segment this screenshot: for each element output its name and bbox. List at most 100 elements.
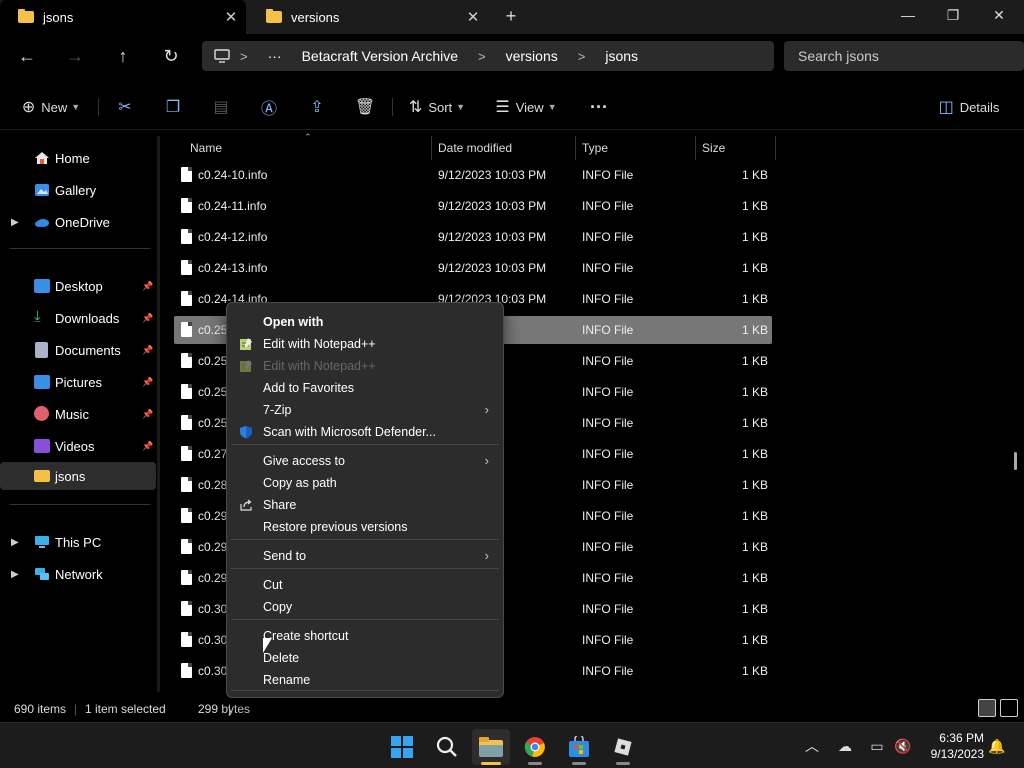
sidebar-item-network[interactable]: ▶ Network <box>0 560 156 588</box>
close-window-button[interactable]: ✕ <box>976 0 1022 32</box>
tab-jsons[interactable]: jsons ✕ <box>0 0 246 34</box>
sidebar-item-label: Downloads <box>55 310 120 326</box>
sort-button[interactable]: ⇅ Sort ▼ <box>404 92 470 122</box>
menu-item-send-to[interactable]: Send to › <box>231 545 499 567</box>
menu-item-open-with[interactable]: Open with <box>231 311 499 333</box>
sidebar-item-this-pc[interactable]: ▶ This PC <box>0 528 156 556</box>
close-tab-button[interactable]: ✕ <box>458 8 488 26</box>
chevron-right-icon[interactable]: ▶ <box>11 569 19 580</box>
refresh-button[interactable]: ↻ <box>155 42 187 70</box>
roblox-icon <box>614 738 632 756</box>
pin-icon[interactable]: 📌 <box>142 281 153 292</box>
column-header-date[interactable]: Date modified <box>432 136 576 160</box>
trash-icon: 🗑 <box>354 99 376 116</box>
taskbar-microsoft-store[interactable] <box>560 729 598 765</box>
minimize-button[interactable]: — <box>885 0 931 32</box>
breadcrumb-jsons[interactable]: jsons <box>605 48 638 64</box>
file-date: 9/12/2023 10:03 PM <box>438 230 547 244</box>
title-bar: jsons ✕ versions ✕ + — ❐ ✕ <box>0 0 1024 34</box>
column-header-type[interactable]: Type <box>576 136 696 160</box>
file-row[interactable]: c0.24-13.info 9/12/2023 10:03 PM INFO File… <box>174 254 772 282</box>
cut-button[interactable]: ✂ <box>112 92 138 122</box>
pin-icon[interactable]: 📌 <box>142 313 153 324</box>
chevron-right-icon[interactable]: ▶ <box>11 537 19 548</box>
show-hidden-icons-button[interactable]: ︿ <box>802 723 822 768</box>
file-row[interactable]: c0.24-12.info 9/12/2023 10:03 PM INFO File… <box>174 223 772 251</box>
up-button[interactable]: ↑ <box>107 42 139 70</box>
menu-item-restore-previous-versions[interactable]: Restore previous versions <box>231 516 499 538</box>
rename-button[interactable]: Ⓐ <box>256 92 282 122</box>
details-pane-button[interactable]: ◫ Details <box>936 92 1002 122</box>
file-type: INFO File <box>582 633 634 647</box>
music-icon <box>34 406 49 421</box>
file-row[interactable]: c0.24-11.info 9/12/2023 10:03 PM INFO File… <box>174 192 772 220</box>
volume-muted-icon[interactable]: 🔇 <box>892 723 914 768</box>
sidebar-item-videos[interactable]: Videos 📌 <box>0 432 156 460</box>
sidebar-item-pictures[interactable]: Pictures 📌 <box>0 368 156 396</box>
menu-item-edit-with-notepad[interactable]: Edit with Notepad++ <box>231 333 499 355</box>
file-size: 1 KB <box>741 664 768 678</box>
search-input[interactable]: Search jsons <box>784 41 1024 71</box>
copy-button[interactable]: ❐ <box>160 92 186 122</box>
view-button[interactable]: ☰ View ▼ <box>492 92 560 122</box>
menu-item-7-zip[interactable]: 7-Zip › <box>231 399 499 421</box>
sort-icon: ⇅ <box>408 99 423 116</box>
close-tab-button[interactable]: ✕ <box>216 8 246 26</box>
column-header-name[interactable]: Name <box>184 136 432 160</box>
chevron-right-icon[interactable]: ▶ <box>11 217 19 228</box>
file-list-scrollbar[interactable] <box>1014 452 1017 470</box>
breadcrumb-betacraft[interactable]: Betacraft Version Archive <box>302 48 458 64</box>
breadcrumb-overflow-button[interactable]: ··· <box>268 48 282 64</box>
menu-item-label: Copy as path <box>263 476 337 490</box>
pin-icon[interactable]: 📌 <box>142 345 153 356</box>
back-button[interactable]: ← <box>11 42 43 70</box>
sidebar-item-home[interactable]: Home <box>0 144 156 172</box>
taskbar-file-explorer[interactable] <box>472 729 510 765</box>
pin-icon[interactable]: 📌 <box>142 441 153 452</box>
breadcrumb-versions[interactable]: versions <box>506 48 558 64</box>
taskbar-roblox[interactable] <box>604 729 642 765</box>
menu-item-add-to-favorites[interactable]: Add to Favorites <box>231 377 499 399</box>
details-view-button[interactable] <box>978 699 996 717</box>
menu-item-scan-with-microsoft-defender[interactable]: Scan with Microsoft Defender... <box>231 421 499 443</box>
tab-versions[interactable]: versions ✕ <box>248 0 488 34</box>
new-tab-button[interactable]: + <box>498 5 524 29</box>
sidebar-item-desktop[interactable]: Desktop 📌 <box>0 272 156 300</box>
tab-label: versions <box>291 9 340 25</box>
sidebar-item-gallery[interactable]: Gallery <box>0 176 156 204</box>
file-name: c0.25 <box>198 385 228 399</box>
pin-icon[interactable]: 📌 <box>142 377 153 388</box>
see-more-button[interactable]: ··· <box>584 92 614 122</box>
taskbar-chrome[interactable] <box>516 729 554 765</box>
sidebar-item-onedrive[interactable]: ▶ OneDrive <box>0 208 156 236</box>
taskbar-clock[interactable]: 6:36 PM 9/13/2023 <box>918 730 984 762</box>
pin-icon[interactable]: 📌 <box>142 409 153 420</box>
sidebar-item-jsons[interactable]: jsons <box>0 462 156 490</box>
large-icons-view-button[interactable] <box>1000 699 1018 717</box>
address-bar[interactable]: > ··· Betacraft Version Archive > versio… <box>202 41 774 71</box>
notification-bell-icon[interactable]: 🔔 <box>986 723 1008 768</box>
menu-item-rename[interactable]: Rename <box>231 669 499 691</box>
file-type: INFO File <box>582 323 634 337</box>
new-button[interactable]: ⊕ New ▼ <box>18 92 84 122</box>
sidebar-item-music[interactable]: Music 📌 <box>0 400 156 428</box>
column-header-size[interactable]: Size <box>696 136 776 160</box>
delete-button[interactable]: 🗑 <box>352 92 378 122</box>
start-button[interactable] <box>383 729 421 765</box>
menu-item-copy[interactable]: Copy <box>231 596 499 618</box>
share-button[interactable]: ⇪ <box>304 92 330 122</box>
forward-button[interactable]: → <box>59 42 91 70</box>
sidebar-item-downloads[interactable]: ⤓ Downloads 📌 <box>0 304 156 332</box>
maximize-button[interactable]: ❐ <box>930 0 976 32</box>
menu-item-copy-as-path[interactable]: Copy as path <box>231 472 499 494</box>
paste-button[interactable]: ▤ <box>208 92 234 122</box>
sidebar-item-documents[interactable]: Documents 📌 <box>0 336 156 364</box>
menu-item-share[interactable]: Share <box>231 494 499 516</box>
menu-item-give-access-to[interactable]: Give access to › <box>231 450 499 472</box>
onedrive-tray-icon[interactable]: ☁ <box>834 723 856 768</box>
file-row[interactable]: c0.24-10.info 9/12/2023 10:03 PM INFO File… <box>174 161 772 189</box>
taskbar-search-button[interactable] <box>428 729 466 765</box>
menu-item-cut[interactable]: Cut <box>231 574 499 596</box>
network-tray-icon[interactable]: ▭ <box>866 723 888 768</box>
view-label: View <box>515 99 544 115</box>
